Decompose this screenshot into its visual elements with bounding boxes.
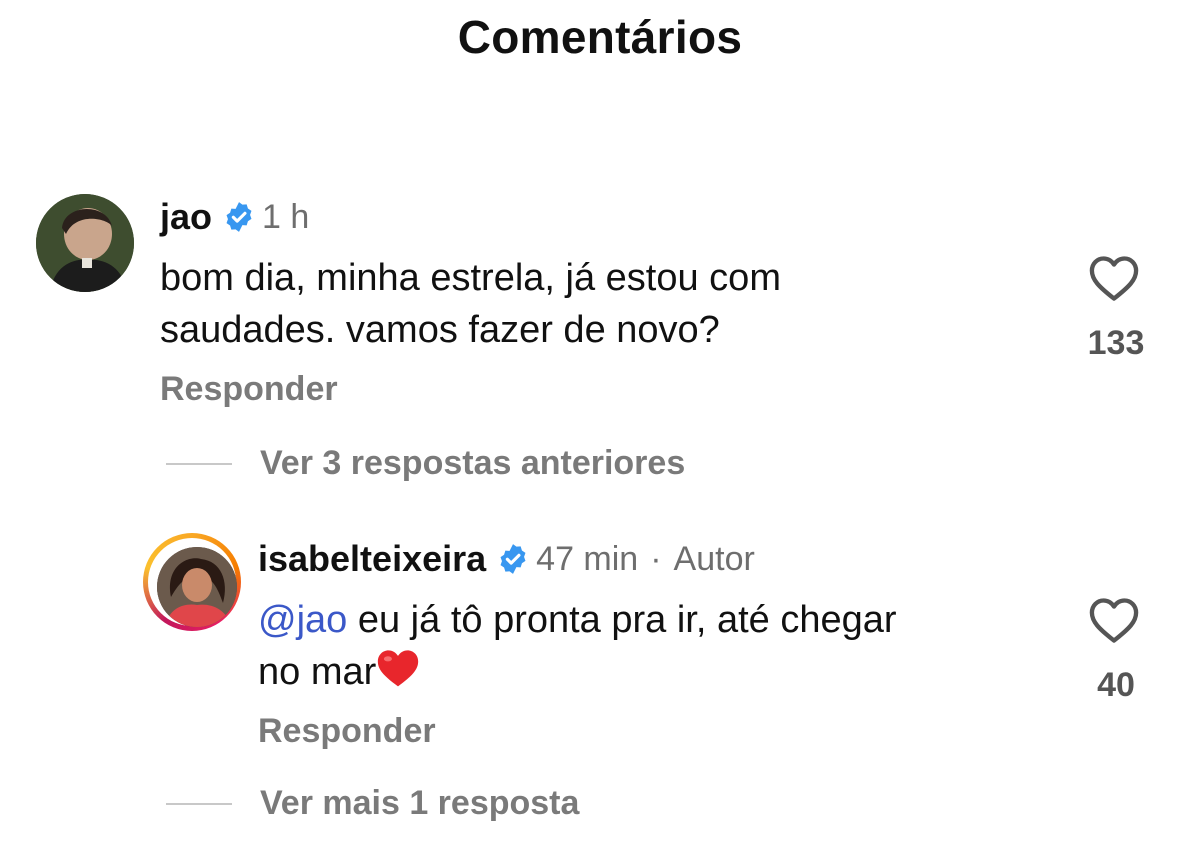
profile-photo-icon <box>157 547 237 627</box>
red-heart-emoji-icon <box>378 650 419 687</box>
view-previous-replies-button[interactable]: Ver 3 respostas anteriores <box>260 444 685 483</box>
comment-text-line: saudades. vamos fazer de novo? <box>160 309 720 351</box>
profile-photo-icon <box>36 194 134 292</box>
comment-time: 1 h <box>262 197 310 236</box>
avatar-isabelteixeira[interactable] <box>143 533 241 631</box>
reply-text-line: no mar <box>258 646 897 698</box>
thread-divider <box>166 803 232 805</box>
comment-text: bom dia, minha estrela, já estou com sau… <box>160 252 781 356</box>
thread-divider <box>166 463 232 465</box>
mention-link[interactable]: @jao <box>258 599 347 641</box>
like-count: 133 <box>1087 324 1145 362</box>
username[interactable]: isabelteixeira <box>258 538 486 580</box>
reply-text: @jao eu já tô pronta pra ir, até chegar … <box>258 594 897 698</box>
reply-header: isabelteixeira 47 min · Autor <box>258 538 755 580</box>
author-badge: Autor <box>673 539 755 578</box>
verified-badge-icon <box>500 544 526 574</box>
reply-time: 47 min <box>536 539 639 578</box>
reply-button[interactable]: Responder <box>258 712 436 751</box>
page-title: Comentários <box>457 11 743 63</box>
view-more-replies-button[interactable]: Ver mais 1 resposta <box>260 784 579 823</box>
like-heart-icon[interactable] <box>1088 596 1140 644</box>
comment-header: jao 1 h <box>160 196 309 238</box>
like-heart-icon[interactable] <box>1088 254 1140 302</box>
comment-text-line: bom dia, minha estrela, já estou com <box>160 257 781 299</box>
reply-text-segment: eu já tô pronta pra ir, até chegar <box>347 599 897 641</box>
like-count: 40 <box>1097 666 1135 704</box>
verified-badge-icon <box>226 202 252 232</box>
avatar-jao[interactable] <box>36 194 134 292</box>
reply-text-segment: no mar <box>258 651 377 693</box>
reply-button[interactable]: Responder <box>160 370 338 409</box>
reply-text-line: @jao eu já tô pronta pra ir, até chegar <box>258 594 897 646</box>
username[interactable]: jao <box>160 196 212 238</box>
meta-separator: · <box>650 539 662 578</box>
